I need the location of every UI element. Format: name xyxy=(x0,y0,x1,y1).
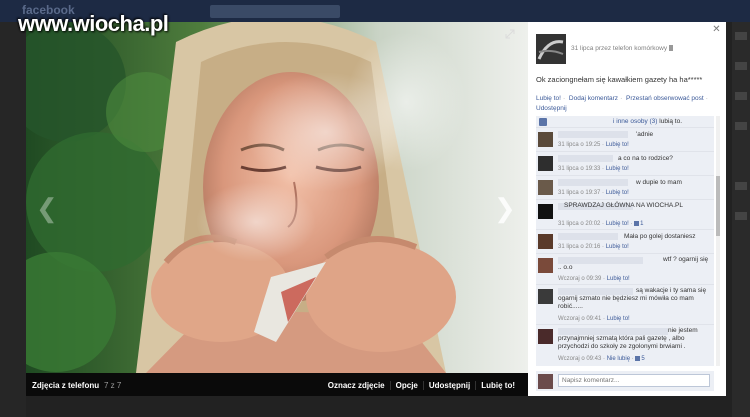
photo-actions: Oznacz zdjęcie Opcje Udostępnij Lubię to… xyxy=(323,381,520,390)
comment-time[interactable]: 31 lipca o 19:25 xyxy=(558,142,600,148)
comment-item: 'adnie 31 lipca o 19:25 · Lubię to! xyxy=(536,128,714,152)
photo-caption: Ok zaciongnełam się kawałkiem gazety ha … xyxy=(536,75,703,84)
site-watermark: www.wiocha.pl xyxy=(18,11,169,36)
background-search xyxy=(210,5,340,18)
comment-like-link[interactable]: Lubię to! xyxy=(607,316,630,322)
post-share-link[interactable]: Udostępnij xyxy=(536,105,567,112)
add-comment-link[interactable]: Dodaj komentarz xyxy=(569,95,618,102)
comment-meta: Wczoraj o 09:43 · Nie lubię · 5 xyxy=(558,356,645,363)
comment-time[interactable]: Wczoraj o 09:39 xyxy=(558,276,601,282)
fullscreen-icon[interactable] xyxy=(504,28,516,40)
commenter-avatar[interactable] xyxy=(538,329,553,344)
post-date[interactable]: 31 lipca przez telefon komórkowy xyxy=(571,45,667,52)
commenter-name-redacted xyxy=(558,179,628,186)
comment-item: nie jestem przynajmniej szmatą która pal… xyxy=(536,325,714,366)
commenter-name-redacted xyxy=(558,233,618,240)
next-photo-arrow[interactable]: ❯ xyxy=(494,194,516,222)
comment-item: a co na to rodzice? 31 lipca o 19:33 · L… xyxy=(536,152,714,176)
likers-link[interactable]: i inne osoby (3) xyxy=(613,118,657,125)
owner-avatar[interactable] xyxy=(536,34,566,64)
comment-like-link[interactable]: Lubię to! xyxy=(606,166,629,172)
commenter-avatar[interactable] xyxy=(538,132,553,147)
background-right-sidebar xyxy=(732,22,750,417)
comment-text: SPRAWDZAJ GŁÓWNA NA WIOCHA.PL xyxy=(564,202,683,209)
comment-text: Mała po golej dostaniesz xyxy=(624,233,696,240)
comment-meta: 31 lipca o 19:37 · Lubię to! xyxy=(558,190,629,196)
post-meta: 31 lipca przez telefon komórkowy xyxy=(571,45,674,52)
photo-stage: ❮ ❯ Zdjęcia z telefonu 7 z 7 Oznacz zdję… xyxy=(26,22,528,396)
like-count-icon xyxy=(635,356,641,361)
comment-like-link[interactable]: Lubię to! xyxy=(606,142,629,148)
comment-meta: 31 lipca o 19:25 · Lubię to! xyxy=(558,142,629,148)
comment-time[interactable]: 31 lipca o 20:16 xyxy=(558,244,600,250)
comment-like-count[interactable]: 1 xyxy=(640,221,643,227)
options-button[interactable]: Opcje xyxy=(389,381,423,390)
comment-item: SPRAWDZAJ GŁÓWNA NA WIOCHA.PL 31 lipca o… xyxy=(536,200,714,230)
phone-icon xyxy=(669,45,674,52)
comment-like-link[interactable]: Lubię to! xyxy=(607,276,630,282)
like-button[interactable]: Lubię to! xyxy=(475,381,520,390)
likes-summary: i inne osoby (3) lubią to. xyxy=(536,116,714,128)
comment-like-link[interactable]: Lubię to! xyxy=(606,244,629,250)
comment-time[interactable]: Wczoraj o 09:43 xyxy=(558,356,601,362)
comment-time[interactable]: 31 lipca o 20:02 xyxy=(558,221,600,227)
thumbs-up-icon xyxy=(539,118,547,126)
comment-item: w dupie to mam 31 lipca o 19:37 · Lubię … xyxy=(536,176,714,200)
current-user-avatar xyxy=(538,374,553,389)
comment-unlike-link[interactable]: Nie lubię xyxy=(607,356,630,362)
commenter-avatar[interactable] xyxy=(538,180,553,195)
post-like-link[interactable]: Lubię to! xyxy=(536,95,561,102)
comment-text: 'adnie xyxy=(636,131,654,138)
comment-text: w dupie to mam xyxy=(636,179,682,186)
main-photo xyxy=(26,22,528,373)
scrollbar-thumb[interactable] xyxy=(716,176,720,236)
like-count-icon xyxy=(634,221,640,226)
comment-meta: 31 lipca o 20:16 · Lubię to! xyxy=(558,244,629,250)
comment-meta: 31 lipca o 19:33 · Lubię to! xyxy=(558,166,629,172)
comment-like-link[interactable]: Lubię to! xyxy=(606,190,629,196)
comment-item: są wakacje i ty sama się ogarnij szmato … xyxy=(536,285,714,325)
comment-time[interactable]: 31 lipca o 19:33 xyxy=(558,166,600,172)
photo-position: 7 z 7 xyxy=(104,381,122,390)
comment-meta: Wczoraj o 09:39 · Lubię to! xyxy=(558,276,630,282)
photo-actions-bar: Zdjęcia z telefonu 7 z 7 Oznacz zdjęcie … xyxy=(26,373,528,396)
photo-side-panel: ✕ 31 lipca przez telefon komórkowy Ok za… xyxy=(528,22,726,396)
comment-text: wtf ? ogarnij się .. o.o xyxy=(558,256,709,271)
comment-meta: Wczoraj o 09:41 · Lubię to! xyxy=(558,316,630,322)
commenter-avatar[interactable] xyxy=(538,204,553,219)
commenter-avatar[interactable] xyxy=(538,258,553,273)
unfollow-post-link[interactable]: Przestań obserwować post xyxy=(626,95,704,102)
commenter-avatar[interactable] xyxy=(538,234,553,249)
comment-time[interactable]: 31 lipca o 19:37 xyxy=(558,190,600,196)
panel-scrollbar[interactable] xyxy=(716,116,720,366)
comment-time[interactable]: Wczoraj o 09:41 xyxy=(558,316,601,322)
comment-meta: 31 lipca o 20:02 · Lubię to! · 1 xyxy=(558,221,644,228)
commenter-avatar[interactable] xyxy=(538,156,553,171)
comment-text: są wakacje i ty sama się ogarnij szmato … xyxy=(558,287,707,310)
comments-section: i inne osoby (3) lubią to. 'adnie 31 lip… xyxy=(536,116,714,366)
comment-like-link[interactable]: Lubię to! xyxy=(606,221,629,227)
likes-label: lubią to. xyxy=(659,118,683,125)
share-button[interactable]: Udostępnij xyxy=(422,381,475,390)
background-left-edge xyxy=(0,22,26,417)
tag-photo-button[interactable]: Oznacz zdjęcie xyxy=(323,381,390,390)
previous-photo-arrow[interactable]: ❮ xyxy=(36,194,58,222)
comment-composer xyxy=(536,371,714,391)
commenter-name-redacted xyxy=(558,155,613,162)
comment-input[interactable] xyxy=(558,374,710,387)
post-actions: Lubię to! · Dodaj komentarz · Przestań obs… xyxy=(536,95,708,112)
commenter-avatar[interactable] xyxy=(538,289,553,304)
commenter-name-redacted xyxy=(558,131,628,138)
comment-text: a co na to rodzice? xyxy=(618,155,673,162)
comment-item: Mała po golej dostaniesz 31 lipca o 20:1… xyxy=(536,230,714,254)
comment-item: wtf ? ogarnij się .. o.o Wczoraj o 09:39… xyxy=(536,254,714,285)
comment-like-count[interactable]: 5 xyxy=(641,356,644,362)
comment-text: nie jestem przynajmniej szmatą która pal… xyxy=(558,327,698,350)
album-title[interactable]: Zdjęcia z telefonu xyxy=(32,381,99,390)
close-icon[interactable]: ✕ xyxy=(712,25,721,35)
